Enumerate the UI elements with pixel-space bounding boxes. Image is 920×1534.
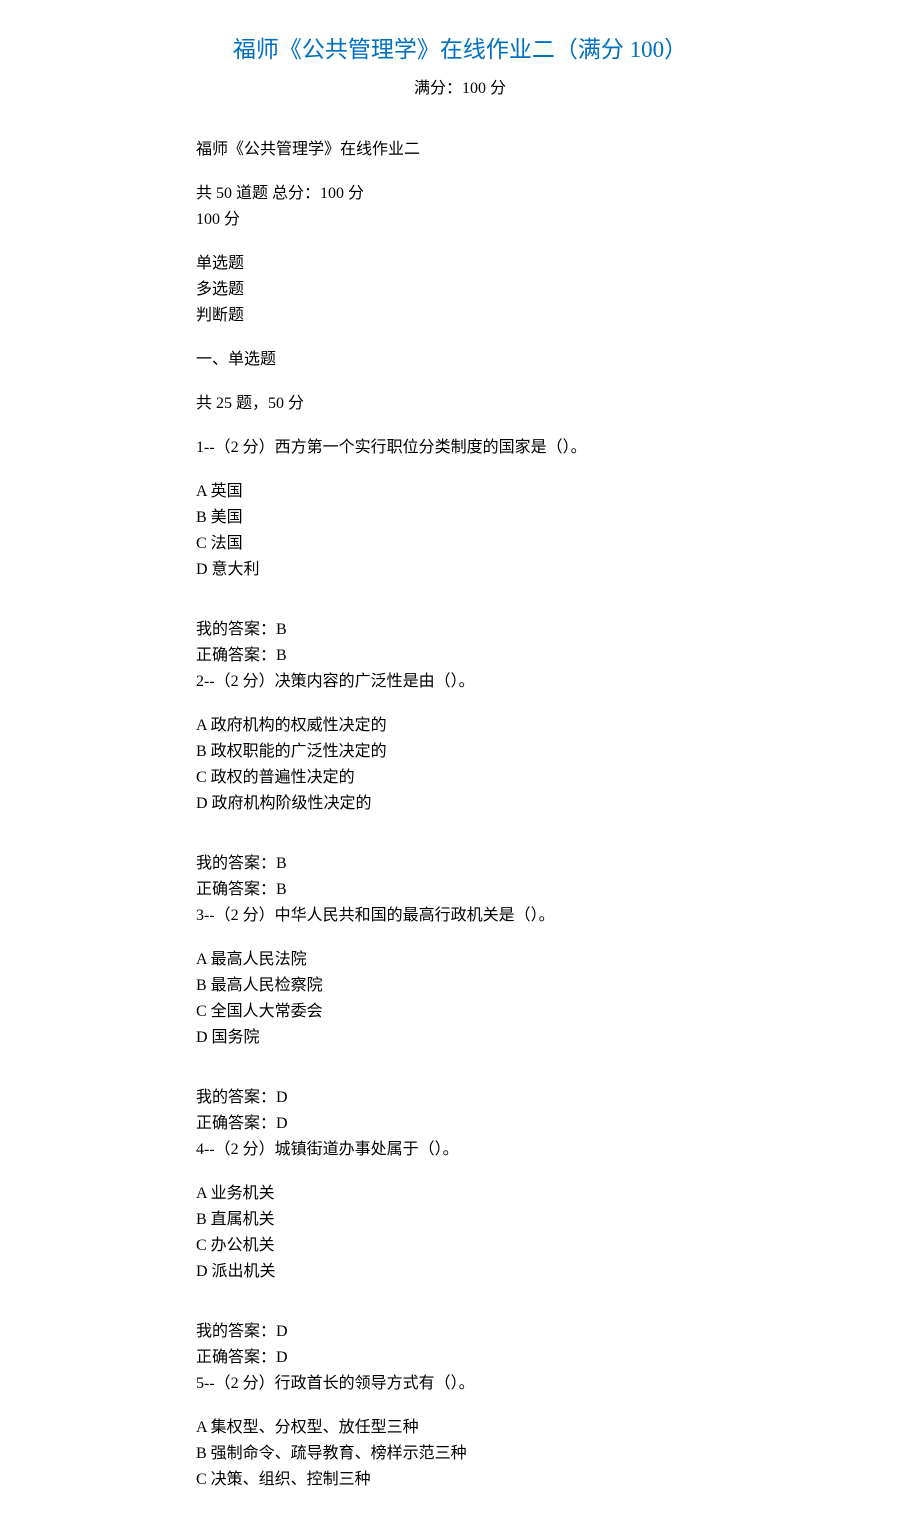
option: B 美国 bbox=[196, 506, 800, 530]
question-stem: 4--（2 分）城镇街道办事处属于（）。 bbox=[196, 1138, 800, 1162]
option: C 决策、组织、控制三种 bbox=[196, 1468, 800, 1492]
type-line: 判断题 bbox=[196, 304, 800, 328]
option: D 政府机构阶级性决定的 bbox=[196, 792, 800, 816]
option: B 直属机关 bbox=[196, 1208, 800, 1232]
content-body: 福师《公共管理学》在线作业二 共 50 道题 总分：100 分 100 分 单选… bbox=[0, 138, 920, 1492]
correct-answer: 正确答案：D bbox=[196, 1112, 800, 1136]
question-stem: 3--（2 分）中华人民共和国的最高行政机关是（）。 bbox=[196, 904, 800, 928]
option: A 集权型、分权型、放任型三种 bbox=[196, 1416, 800, 1440]
option: D 派出机关 bbox=[196, 1260, 800, 1284]
option: D 国务院 bbox=[196, 1026, 800, 1050]
option: A 政府机构的权威性决定的 bbox=[196, 714, 800, 738]
option: B 最高人民检察院 bbox=[196, 974, 800, 998]
option: D 意大利 bbox=[196, 558, 800, 582]
option: C 全国人大常委会 bbox=[196, 1000, 800, 1024]
my-answer: 我的答案：B bbox=[196, 852, 800, 876]
correct-answer: 正确答案：B bbox=[196, 878, 800, 902]
option: C 政权的普遍性决定的 bbox=[196, 766, 800, 790]
my-answer: 我的答案：D bbox=[196, 1320, 800, 1344]
document-page: 福师《公共管理学》在线作业二（满分 100） 满分：100 分 福师《公共管理学… bbox=[0, 0, 920, 1534]
option: B 强制命令、疏导教育、榜样示范三种 bbox=[196, 1442, 800, 1466]
intro-line: 福师《公共管理学》在线作业二 bbox=[196, 138, 800, 162]
type-line: 单选题 bbox=[196, 252, 800, 276]
type-line: 多选题 bbox=[196, 278, 800, 302]
option: A 英国 bbox=[196, 480, 800, 504]
section-title: 一、单选题 bbox=[196, 348, 800, 372]
correct-answer: 正确答案：B bbox=[196, 644, 800, 668]
my-answer: 我的答案：D bbox=[196, 1086, 800, 1110]
my-answer: 我的答案：B bbox=[196, 618, 800, 642]
score-line: 100 分 bbox=[196, 208, 800, 232]
correct-answer: 正确答案：D bbox=[196, 1346, 800, 1370]
option: A 最高人民法院 bbox=[196, 948, 800, 972]
summary-line: 共 50 道题 总分：100 分 bbox=[196, 182, 800, 206]
question-stem: 2--（2 分）决策内容的广泛性是由（）。 bbox=[196, 670, 800, 694]
option: C 办公机关 bbox=[196, 1234, 800, 1258]
page-subtitle: 满分：100 分 bbox=[0, 74, 920, 98]
section-sub: 共 25 题，50 分 bbox=[196, 392, 800, 416]
question-stem: 1--（2 分）西方第一个实行职位分类制度的国家是（）。 bbox=[196, 436, 800, 460]
option: B 政权职能的广泛性决定的 bbox=[196, 740, 800, 764]
page-title: 福师《公共管理学》在线作业二（满分 100） bbox=[0, 30, 920, 64]
question-stem: 5--（2 分）行政首长的领导方式有（）。 bbox=[196, 1372, 800, 1396]
option: A 业务机关 bbox=[196, 1182, 800, 1206]
option: C 法国 bbox=[196, 532, 800, 556]
